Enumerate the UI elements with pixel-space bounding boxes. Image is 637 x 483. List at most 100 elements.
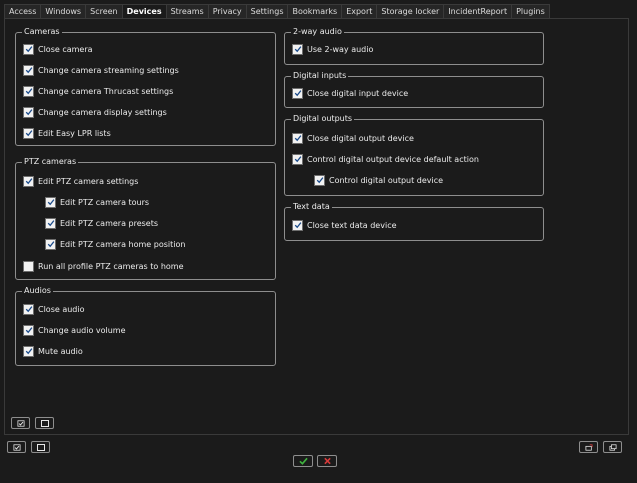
checkbox-row[interactable]: Edit PTZ camera settings: [23, 175, 138, 187]
checkbox[interactable]: [292, 219, 303, 231]
checkbox-row[interactable]: Mute audio: [23, 345, 83, 357]
checkbox-row[interactable]: Edit PTZ camera home position: [45, 238, 185, 250]
tab-devices[interactable]: Devices: [121, 4, 167, 19]
checkmark-icon: [47, 241, 54, 248]
tab-storage-locker[interactable]: Storage locker: [376, 4, 445, 18]
checkbox[interactable]: [23, 127, 34, 139]
tab-privacy[interactable]: Privacy: [207, 4, 247, 18]
panel-check-all-button[interactable]: [11, 417, 30, 429]
checkbox[interactable]: [23, 175, 34, 187]
checkmark-icon: [294, 135, 301, 142]
checkbox-row[interactable]: Edit PTZ camera tours: [45, 196, 149, 208]
checkbox[interactable]: [292, 132, 303, 144]
uncheck-all-button[interactable]: [31, 441, 50, 453]
checkbox[interactable]: [45, 217, 56, 229]
checkbox-label: Edit PTZ camera tours: [60, 197, 150, 207]
panel-uncheck-all-button[interactable]: [35, 417, 54, 429]
digital-inputs-group-title: Digital inputs: [291, 71, 349, 81]
checkbox[interactable]: [23, 324, 34, 336]
tab-export[interactable]: Export: [341, 4, 378, 18]
checkbox-row[interactable]: Close audio: [23, 303, 85, 315]
check-all-icon: [17, 419, 24, 427]
checkbox-row[interactable]: Change camera display settings: [23, 106, 167, 118]
checkbox-row[interactable]: Edit PTZ camera presets: [45, 217, 158, 229]
checkmark-icon: [25, 327, 32, 334]
checkmark-icon: [294, 156, 301, 163]
ok-check-icon: [298, 457, 308, 465]
checkbox-row[interactable]: Change camera streaming settings: [23, 64, 179, 76]
checkbox[interactable]: [292, 43, 303, 55]
two-way-audio-group: 2-way audio Use 2-way audio: [284, 27, 544, 65]
checkmark-icon: [316, 177, 323, 184]
checkbox-row[interactable]: Close digital output device: [292, 132, 414, 144]
checkbox-row[interactable]: Close text data device: [292, 219, 397, 231]
checkbox-row[interactable]: Change camera Thrucast settings: [23, 85, 173, 97]
checkbox-label: Use 2-way audio: [307, 44, 374, 54]
uncheck-all-icon: [40, 419, 49, 427]
checkmark-icon: [25, 109, 32, 116]
checkbox[interactable]: [23, 106, 34, 118]
digital-inputs-group: Digital inputs Close digital input devic…: [284, 71, 544, 108]
copy-settings-button[interactable]: [603, 441, 622, 453]
checkbox-label: Close audio: [38, 304, 85, 314]
checkbox[interactable]: [23, 85, 34, 97]
tab-screen[interactable]: Screen: [85, 4, 123, 18]
tab-plugins[interactable]: Plugins: [511, 4, 550, 18]
text-data-group: Text data Close text data device: [284, 202, 544, 241]
checkmark-icon: [25, 67, 32, 74]
checkbox-row[interactable]: Change audio volume: [23, 324, 126, 336]
tab-windows[interactable]: Windows: [40, 4, 87, 18]
checkbox-label: Close digital output device: [307, 133, 414, 143]
cameras-group-title: Cameras: [22, 27, 62, 37]
checkbox-row[interactable]: Control digital output device: [314, 174, 443, 186]
ptz-group-title: PTZ cameras: [22, 157, 79, 167]
tab-incident-report[interactable]: IncidentReport: [443, 4, 513, 18]
copy-icon: [609, 443, 616, 451]
checkbox-row[interactable]: Control digital output device default ac…: [292, 153, 479, 165]
tab-bookmarks[interactable]: Bookmarks: [287, 4, 343, 18]
checkbox-label: Edit PTZ camera presets: [60, 218, 159, 228]
checkbox-label: Change camera Thrucast settings: [38, 86, 174, 96]
checkbox-label: Close text data device: [307, 220, 397, 230]
checkbox-row[interactable]: Use 2-way audio: [292, 43, 373, 55]
checkbox-label: Run all profile PTZ cameras to home: [38, 261, 184, 271]
checkbox[interactable]: [23, 64, 34, 76]
checkbox-label: Edit Easy LPR lists: [38, 128, 111, 138]
ok-button[interactable]: [293, 455, 313, 467]
checkbox[interactable]: [292, 87, 303, 99]
checkbox-row[interactable]: Close digital input device: [292, 87, 408, 99]
checkmark-icon: [25, 46, 32, 53]
checkmark-icon: [25, 88, 32, 95]
checkbox-row[interactable]: Run all profile PTZ cameras to home: [23, 260, 184, 272]
checkmark-icon: [25, 306, 32, 313]
two-way-group-title: 2-way audio: [291, 27, 344, 37]
checkbox[interactable]: [314, 174, 325, 186]
export-icon: [585, 443, 592, 451]
checkmark-icon: [294, 222, 301, 229]
checkmark-icon: [47, 220, 54, 227]
cameras-group: Cameras Close camera Change camera strea…: [15, 27, 276, 146]
checkmark-icon: [25, 130, 32, 137]
check-all-button[interactable]: [7, 441, 26, 453]
checkbox[interactable]: [45, 238, 56, 250]
tab-streams[interactable]: Streams: [165, 4, 209, 18]
checkmark-icon: [47, 199, 54, 206]
checkbox[interactable]: [23, 43, 34, 55]
checkbox[interactable]: [292, 153, 303, 165]
checkbox[interactable]: [23, 303, 34, 315]
export-button[interactable]: [579, 441, 598, 453]
cancel-button[interactable]: [317, 455, 337, 467]
checkbox[interactable]: [23, 260, 34, 272]
text-data-group-title: Text data: [291, 202, 332, 212]
checkbox-label: Change camera streaming settings: [38, 65, 179, 75]
checkbox-row[interactable]: Edit Easy LPR lists: [23, 127, 111, 139]
tab-settings[interactable]: Settings: [245, 4, 289, 18]
uncheck-all-icon: [36, 443, 45, 451]
checkbox[interactable]: [45, 196, 56, 208]
tab-access[interactable]: Access: [4, 4, 42, 18]
checkmark-icon: [25, 178, 32, 185]
checkbox[interactable]: [23, 345, 34, 357]
audios-group: Audios Close audio Change audio volume M…: [15, 286, 276, 366]
audios-group-title: Audios: [22, 286, 53, 296]
checkbox-row[interactable]: Close camera: [23, 43, 93, 55]
